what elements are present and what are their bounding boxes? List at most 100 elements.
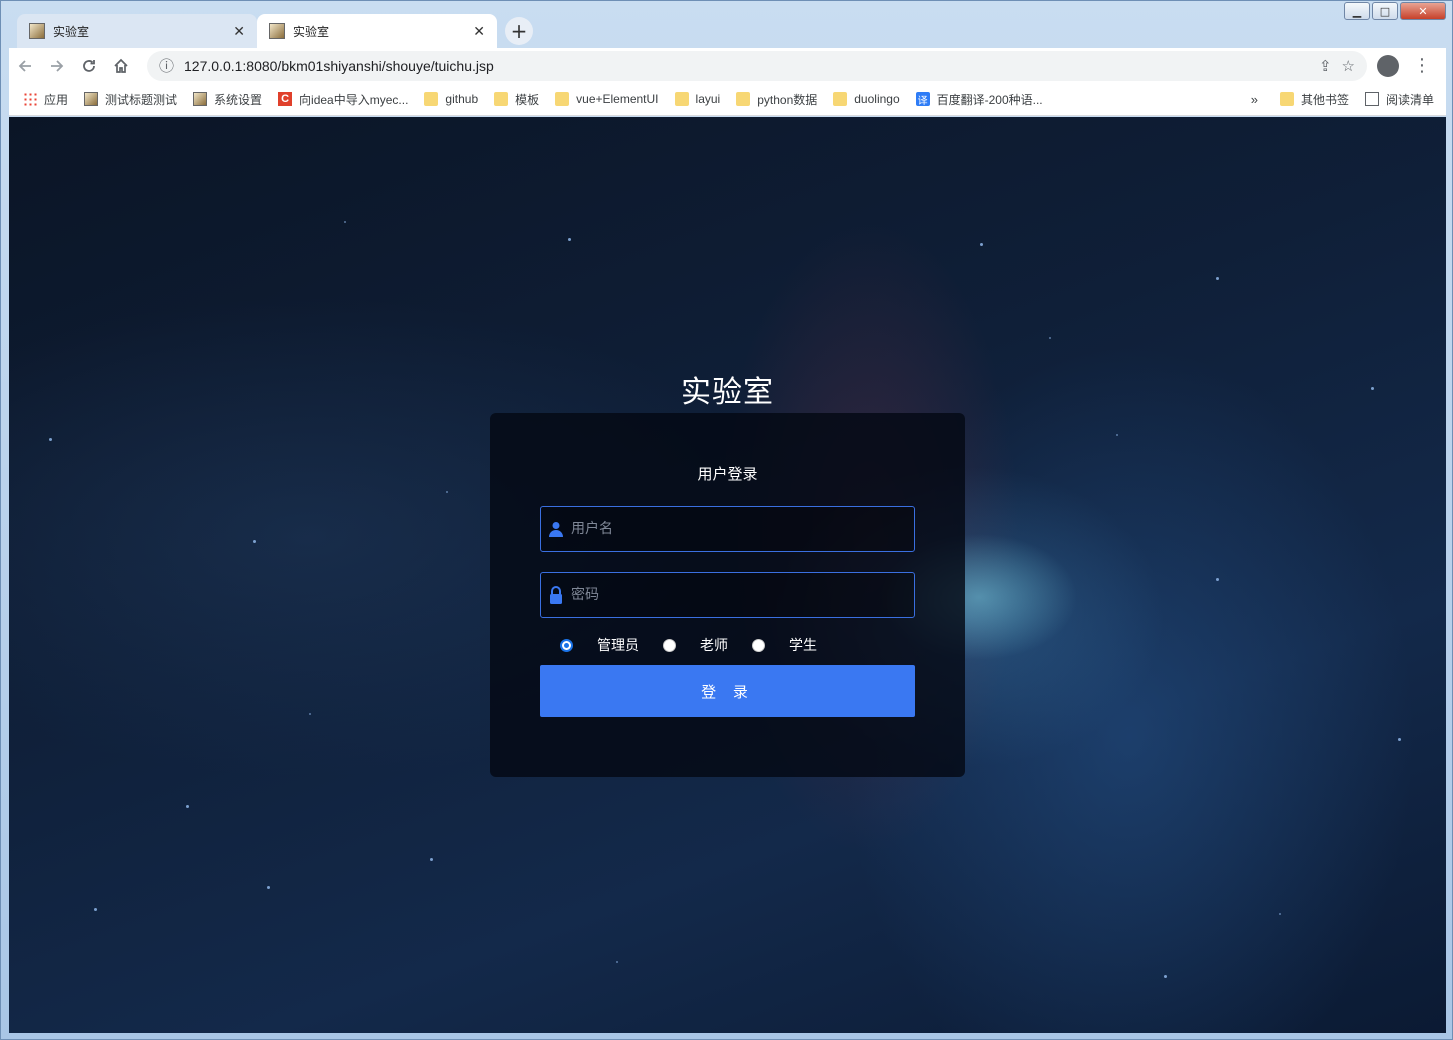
bookmark-other-folder[interactable]: 其他书签 — [1279, 91, 1349, 108]
bookmark-label: vue+ElementUI — [576, 92, 659, 106]
share-icon[interactable]: ⇪ — [1319, 57, 1332, 75]
bookmark-label: 其他书签 — [1300, 92, 1349, 107]
role-selector: 管理员 老师 学生 — [560, 635, 841, 655]
username-input[interactable] — [571, 507, 914, 551]
username-field[interactable] — [540, 506, 915, 552]
folder-icon — [494, 92, 509, 106]
star — [1216, 277, 1219, 280]
page-icon — [84, 92, 99, 106]
star — [1398, 738, 1401, 741]
bookmark-item[interactable]: 测试标题测试 — [84, 91, 177, 108]
bookmark-folder[interactable]: vue+ElementUI — [555, 92, 659, 106]
star — [1116, 434, 1118, 436]
reading-list[interactable]: 阅读清单 — [1364, 91, 1434, 108]
login-panel: 用户登录 管理员 老师 学生 登 录 — [490, 413, 965, 777]
bookmark-label: 百度翻译-200种语... — [936, 92, 1043, 107]
browser-toolbar: ⓘ 127.0.0.1:8080/bkm01shiyanshi/shouye/t… — [9, 48, 1446, 83]
home-button[interactable] — [105, 50, 137, 82]
minimize-button[interactable]: ▁ — [1344, 2, 1370, 20]
role-radio-student[interactable] — [752, 638, 765, 652]
login-heading: 用户登录 — [697, 465, 758, 483]
browser-tab-1[interactable]: 实验室 ✕ — [17, 14, 257, 48]
site-info-icon[interactable]: ⓘ — [159, 55, 174, 76]
browser-tab-2[interactable]: 实验室 ✕ — [257, 14, 497, 48]
star — [616, 961, 618, 963]
tab-favicon-icon — [269, 23, 285, 39]
bookmark-label: github — [445, 92, 479, 106]
folder-icon — [424, 92, 439, 106]
bookmark-folder[interactable]: duolingo — [833, 92, 900, 106]
star — [186, 805, 189, 808]
role-label-teacher: 老师 — [700, 638, 728, 654]
profile-avatar-icon[interactable] — [1377, 54, 1399, 77]
tab-title: 实验室 — [53, 24, 90, 39]
role-radio-teacher[interactable] — [663, 638, 676, 652]
forward-button[interactable] — [41, 50, 73, 82]
bookmarks-right: » 其他书签 阅读清单 — [1251, 91, 1434, 108]
browser-window: ▁ □ ✕ 实验室 ✕ 实验室 ✕ + ⓘ 127.0.0.1:8080/bkm… — [0, 0, 1453, 1040]
star — [446, 491, 448, 493]
role-radio-admin[interactable] — [560, 638, 573, 652]
star — [1216, 578, 1219, 581]
bookmark-folder[interactable]: python数据 — [736, 91, 817, 108]
bookmark-item[interactable]: C 向idea中导入myec... — [278, 91, 408, 108]
bookmarks-overflow-icon[interactable]: » — [1251, 92, 1258, 107]
folder-icon — [674, 92, 689, 106]
star — [309, 713, 311, 715]
reload-button[interactable] — [73, 50, 105, 82]
star — [253, 540, 256, 543]
star — [49, 438, 52, 441]
bookmark-item[interactable]: 译 百度翻译-200种语... — [915, 91, 1043, 108]
role-label-admin: 管理员 — [597, 638, 639, 654]
star — [430, 858, 433, 861]
tab-title: 实验室 — [293, 24, 330, 39]
arrow-left-icon — [18, 59, 31, 72]
window-controls: ▁ □ ✕ — [1344, 2, 1446, 20]
folder-icon — [555, 92, 570, 106]
tab-strip: 实验室 ✕ 实验室 ✕ + — [17, 14, 533, 48]
bookmark-label: python数据 — [757, 92, 818, 107]
star — [94, 908, 97, 911]
bookmark-apps[interactable]: 应用 — [23, 91, 68, 108]
close-tab-icon[interactable]: ✕ — [473, 23, 485, 40]
close-window-button[interactable]: ✕ — [1400, 2, 1446, 20]
bookmark-folder[interactable]: layui — [674, 92, 721, 106]
user-icon — [541, 521, 571, 537]
tab-favicon-icon — [29, 23, 45, 39]
star — [568, 238, 571, 241]
back-button[interactable] — [9, 50, 41, 82]
bookmark-star-icon[interactable]: ☆ — [1342, 57, 1355, 75]
arrow-right-icon — [51, 59, 64, 72]
home-icon — [114, 58, 128, 73]
bookmark-label: 模板 — [515, 92, 540, 107]
bookmark-item[interactable]: 系统设置 — [193, 91, 262, 108]
reload-icon — [83, 59, 95, 72]
site-title: 实验室 — [681, 375, 774, 410]
bookmark-label: 向idea中导入myec... — [299, 92, 409, 107]
bookmark-folder[interactable]: 模板 — [494, 91, 539, 108]
browser-menu-icon[interactable]: ⋮ — [1413, 55, 1431, 76]
new-tab-button[interactable]: + — [505, 17, 533, 45]
bookmark-label: layui — [695, 92, 721, 106]
bookmark-label: 应用 — [44, 92, 69, 107]
bookmark-folder[interactable]: github — [424, 92, 478, 106]
lock-icon — [541, 586, 571, 604]
bookmark-label: 阅读清单 — [1385, 92, 1434, 107]
password-input[interactable] — [571, 573, 914, 617]
translate-icon: 译 — [915, 92, 930, 107]
login-button[interactable]: 登 录 — [540, 665, 915, 717]
bookmark-label: 系统设置 — [214, 92, 263, 107]
address-bar[interactable]: ⓘ 127.0.0.1:8080/bkm01shiyanshi/shouye/t… — [147, 50, 1367, 81]
url-text[interactable]: 127.0.0.1:8080/bkm01shiyanshi/shouye/tui… — [184, 58, 1309, 74]
page-icon — [193, 92, 208, 106]
star — [1279, 913, 1281, 915]
folder-icon — [833, 92, 848, 106]
star — [267, 886, 270, 889]
close-tab-icon[interactable]: ✕ — [233, 23, 245, 40]
maximize-button[interactable]: □ — [1372, 2, 1398, 20]
password-field[interactable] — [540, 572, 915, 618]
c-logo-icon: C — [278, 92, 293, 106]
star — [980, 243, 983, 246]
role-label-student: 学生 — [789, 638, 817, 654]
bookmark-label: 测试标题测试 — [105, 92, 178, 107]
